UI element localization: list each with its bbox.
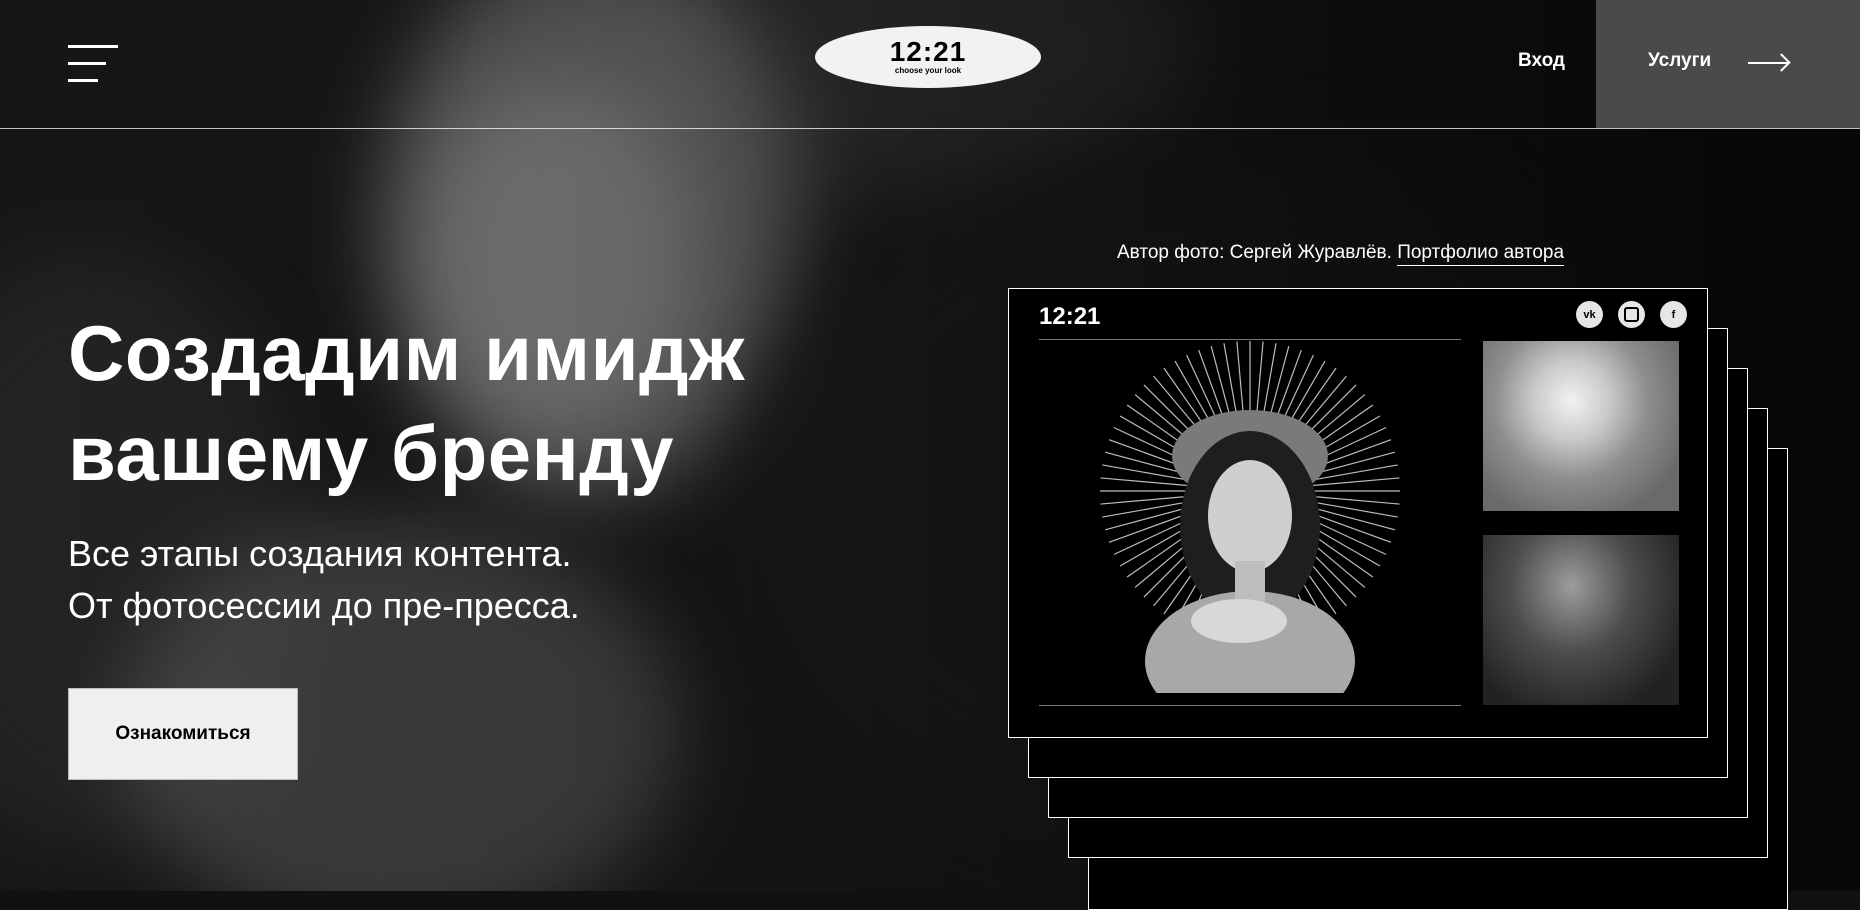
vk-icon[interactable]: vk — [1576, 301, 1603, 328]
logo-text: 12:21 — [889, 36, 967, 67]
site-logo[interactable]: 12:21 choose your look — [815, 26, 1041, 88]
social-links: vk f — [1576, 301, 1687, 328]
hero-title: Создадим имидж вашему бренду — [68, 303, 745, 503]
main-portrait-photo — [1039, 341, 1461, 693]
services-label: Услуги — [1648, 50, 1712, 71]
side-portrait-photo — [1483, 341, 1679, 511]
logo-tagline: choose your look — [894, 66, 962, 75]
arrow-right-icon — [1748, 62, 1788, 64]
instagram-icon[interactable] — [1618, 301, 1645, 328]
learn-more-button[interactable]: Ознакомиться — [68, 688, 298, 780]
hero-title-line-1: Создадим имидж — [68, 309, 745, 397]
photo-credit-text: Автор фото: Сергей Журавлёв. — [1117, 242, 1392, 263]
login-link[interactable]: Вход — [1518, 50, 1565, 72]
divider — [1039, 705, 1461, 706]
hero-title-line-2: вашему бренду — [68, 409, 675, 497]
preview-logo: 12:21 — [1039, 303, 1101, 330]
hero-subtitle-line-2: От фотосессии до пре-пресса. — [68, 585, 580, 626]
side-portrait-photo — [1483, 535, 1679, 705]
hero-subtitle: Все этапы создания контента. От фотосесс… — [68, 528, 580, 632]
facebook-icon[interactable]: f — [1660, 301, 1687, 328]
photo-credit: Автор фото: Сергей Журавлёв. Портфолио а… — [1117, 242, 1565, 266]
divider — [1039, 339, 1461, 340]
author-portfolio-link[interactable]: Портфолио автора — [1397, 242, 1565, 266]
menu-icon[interactable] — [68, 45, 118, 83]
site-header: 12:21 choose your look Вход Услуги — [0, 0, 1860, 129]
portfolio-preview-card[interactable]: 12:21 vk f — [1008, 288, 1708, 738]
services-button[interactable]: Услуги — [1596, 0, 1860, 128]
hero-subtitle-line-1: Все этапы создания контента. — [68, 533, 572, 574]
